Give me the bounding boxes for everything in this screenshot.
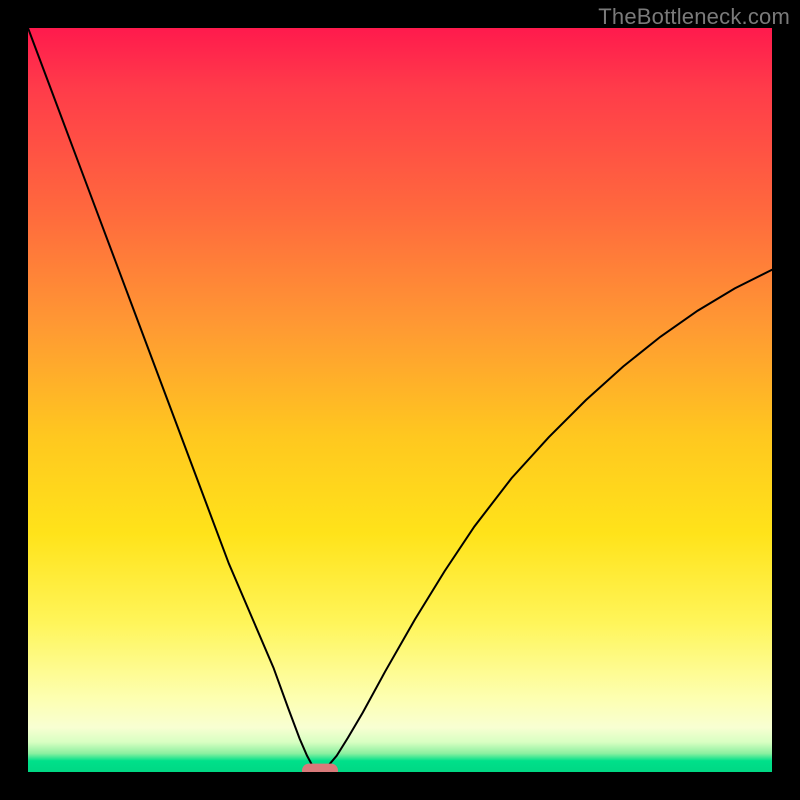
bottleneck-curve xyxy=(28,28,772,772)
optimal-point-marker xyxy=(302,764,338,772)
plot-area xyxy=(28,28,772,772)
curve-right-branch xyxy=(323,270,772,771)
watermark-text: TheBottleneck.com xyxy=(598,4,790,30)
chart-frame: TheBottleneck.com xyxy=(0,0,800,800)
curve-left-branch xyxy=(28,28,317,771)
